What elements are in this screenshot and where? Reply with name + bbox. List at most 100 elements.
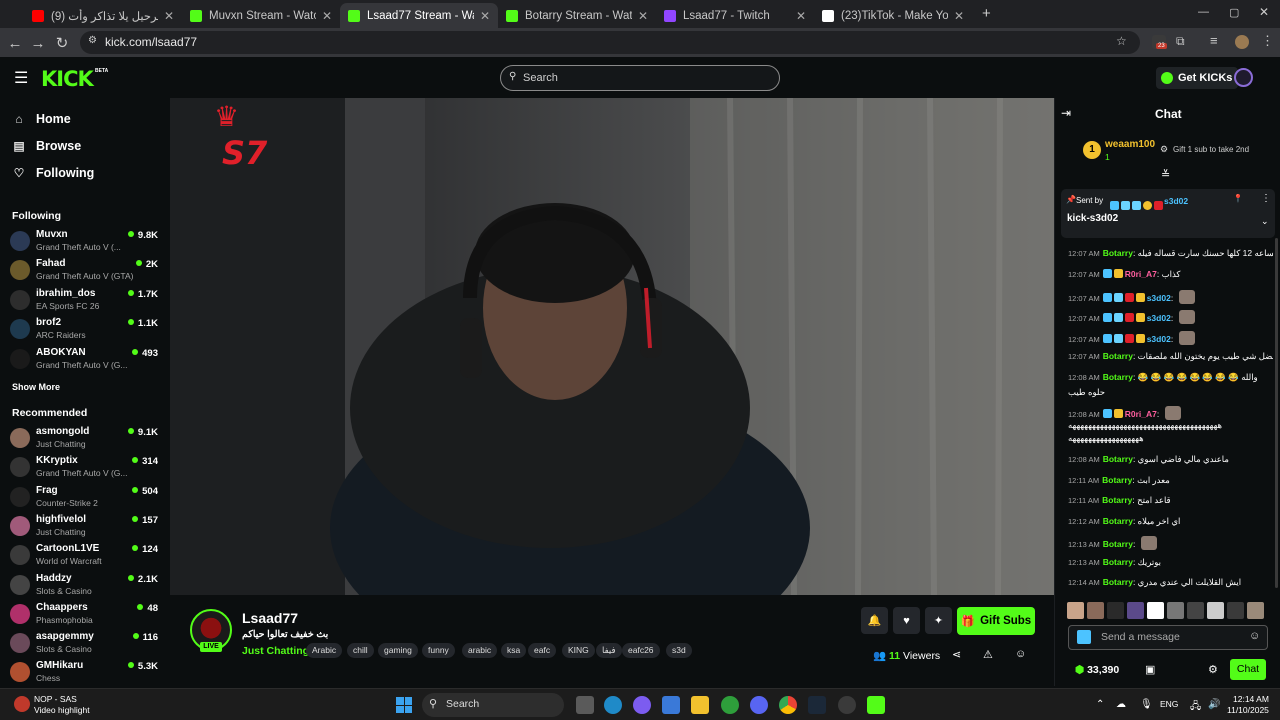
report-warning-icon[interactable]: ⚠ [983, 648, 993, 661]
emote-button[interactable] [1167, 602, 1184, 619]
copilot-icon[interactable] [633, 696, 651, 714]
recommended-channel[interactable]: GMHikaru Chess 5.3K [10, 659, 162, 687]
store-app-icon[interactable] [662, 696, 680, 714]
sidebar-nav-following[interactable]: ♡ Following [12, 166, 95, 180]
chrome-icon[interactable] [779, 696, 797, 714]
follow-heart-button[interactable]: ♥ [893, 607, 920, 634]
message-username[interactable]: R0ri_A7 [1125, 269, 1157, 279]
close-tab-icon[interactable]: ✕ [164, 9, 174, 23]
following-channel[interactable]: ABOKYAN Grand Theft Auto V (G... 493 [10, 346, 162, 374]
browser-tab[interactable]: Lsaad77 Stream - Watch Live o ✕ [340, 3, 498, 28]
stream-tag[interactable]: ksa [501, 643, 527, 658]
maximize-icon[interactable]: ▢ [1229, 6, 1239, 19]
chat-scrollbar[interactable] [1275, 238, 1278, 588]
emote-button[interactable] [1147, 602, 1164, 619]
start-windows-icon[interactable] [396, 697, 412, 713]
stream-tag[interactable]: eafc [528, 643, 557, 658]
stream-tag[interactable]: KING [562, 643, 595, 658]
browser-tab[interactable]: Botarry Stream - Watch Live on ✕ [498, 3, 656, 28]
close-tab-icon[interactable]: ✕ [954, 9, 964, 23]
recommended-channel[interactable]: KKryptix Grand Theft Auto V (G... 314 [10, 454, 162, 482]
close-tab-icon[interactable]: ✕ [796, 9, 806, 23]
close-tab-icon[interactable]: ✕ [638, 9, 648, 23]
message-username[interactable]: R0ri_A7 [1125, 409, 1157, 419]
chat-filter-icon[interactable]: ≚ [1161, 168, 1170, 181]
notification-bell-button[interactable]: 🔔 [861, 607, 888, 634]
collapse-chat-icon[interactable]: ⇥ [1061, 106, 1071, 120]
language-indicator[interactable]: ENG [1160, 699, 1178, 709]
store-icon[interactable]: ▣ [1145, 663, 1155, 676]
puzzle-icon[interactable]: ⧉ [1176, 34, 1185, 49]
message-username[interactable]: Botarry [1103, 557, 1133, 567]
emote-button[interactable] [1207, 602, 1224, 619]
clock-date[interactable]: 11/10/2025 [1227, 705, 1269, 715]
video-player[interactable]: ♛ S7 [170, 98, 1054, 595]
microphone-icon[interactable]: 🎙 [1140, 699, 1153, 710]
user-profile-icon[interactable]: ☺ [1015, 648, 1026, 660]
stream-tag[interactable]: s3d [666, 643, 692, 658]
hamburger-menu-icon[interactable]: ☰ [14, 68, 28, 88]
taskbar-search[interactable]: ⚲ Search [422, 693, 564, 717]
browser-tab[interactable]: (23)TikTok - Make Your Day ✕ [814, 3, 972, 28]
following-channel[interactable]: Muvxn Grand Theft Auto V (... 9.8K [10, 228, 162, 256]
message-username[interactable]: Botarry [1103, 372, 1133, 382]
new-tab-button[interactable]: + [982, 5, 991, 22]
recommended-channel[interactable]: asmongold Just Chatting 9.1K [10, 425, 162, 453]
gift-subs-button[interactable]: 🎁 Gift Subs [957, 607, 1035, 635]
recommended-channel[interactable]: Chaappers Phasmophobia 48 [10, 601, 162, 629]
message-username[interactable]: Botarry [1102, 495, 1132, 505]
stream-tag[interactable]: gaming [378, 643, 418, 658]
pinned-more-icon[interactable]: ⋮ [1261, 193, 1271, 204]
xbox-icon[interactable] [721, 696, 739, 714]
emoji-picker-icon[interactable]: ☺ [1249, 630, 1260, 642]
stream-tag[interactable]: funny [422, 643, 455, 658]
unpin-icon[interactable]: 📍 [1233, 194, 1243, 203]
network-icon[interactable]: 🖧 [1190, 699, 1201, 716]
message-username[interactable]: s3d02 [1147, 293, 1171, 303]
close-tab-icon[interactable]: ✕ [322, 9, 332, 23]
search-input[interactable]: ⚲ Search [500, 65, 780, 91]
emote-button[interactable] [1187, 602, 1204, 619]
reload-icon[interactable]: ↻ [52, 33, 72, 53]
browser-tab[interactable]: Lsaad77 - Twitch ✕ [656, 3, 814, 28]
close-window-icon[interactable]: ✕ [1259, 5, 1269, 19]
task-view-icon[interactable] [576, 696, 594, 714]
browser-tab[interactable]: Muvxn Stream - Watch Live on ✕ [182, 3, 340, 28]
emote-button[interactable] [1127, 602, 1144, 619]
following-channel[interactable]: brof2 ARC Raiders 1.1K [10, 316, 162, 344]
discord-icon[interactable] [750, 696, 768, 714]
stream-tag[interactable]: فيفا [596, 643, 622, 658]
emote-button[interactable] [1087, 602, 1104, 619]
sidebar-nav-browse[interactable]: ▤ Browse [12, 139, 81, 153]
message-username[interactable]: Botarry [1103, 577, 1133, 587]
subscribe-star-button[interactable]: ✦ [925, 607, 952, 634]
file-explorer-icon[interactable] [691, 696, 709, 714]
minimize-icon[interactable]: — [1198, 6, 1209, 18]
message-username[interactable]: Botarry [1102, 475, 1132, 485]
pinned-user[interactable]: s3d02 [1164, 196, 1188, 206]
message-username[interactable]: Botarry [1103, 454, 1133, 464]
recommended-channel[interactable]: Haddzy Slots & Casino 2.1K [10, 572, 162, 600]
close-tab-icon[interactable]: ✕ [480, 9, 490, 23]
obs-icon[interactable] [838, 696, 856, 714]
steam-icon[interactable] [808, 696, 826, 714]
stream-category-link[interactable]: Just Chatting [242, 645, 309, 657]
notification-app-icon[interactable] [14, 696, 30, 712]
expand-pinned-icon[interactable]: ⌄ [1261, 216, 1269, 227]
chat-input-box[interactable]: ☺ [1068, 625, 1268, 650]
recommended-channel[interactable]: CartoonL1VE World of Warcraft 124 [10, 542, 162, 570]
following-channel[interactable]: ibrahim_dos EA Sports FC 26 1.7K [10, 287, 162, 315]
chat-send-button[interactable]: Chat [1230, 659, 1266, 680]
message-username[interactable]: Botarry [1103, 351, 1133, 361]
recommended-channel[interactable]: highfivelol Just Chatting 157 [10, 513, 162, 541]
stream-tag[interactable]: Arabic [306, 643, 343, 658]
following-channel[interactable]: Fahad Grand Theft Auto V (GTA) 2K [10, 257, 162, 285]
stream-tag[interactable]: eafc26 [622, 643, 660, 658]
address-bar[interactable]: ⚙ kick.com/lsaad77 ☆ [80, 31, 1140, 54]
get-kicks-button[interactable]: Get KICKs [1156, 67, 1239, 89]
share-icon[interactable]: ⋖ [952, 648, 961, 661]
edge-browser-icon[interactable] [604, 696, 622, 714]
bookmark-star-icon[interactable]: ☆ [1116, 34, 1127, 48]
leaderboard-user[interactable]: weaam100 [1105, 139, 1155, 150]
emote-button[interactable] [1107, 602, 1124, 619]
